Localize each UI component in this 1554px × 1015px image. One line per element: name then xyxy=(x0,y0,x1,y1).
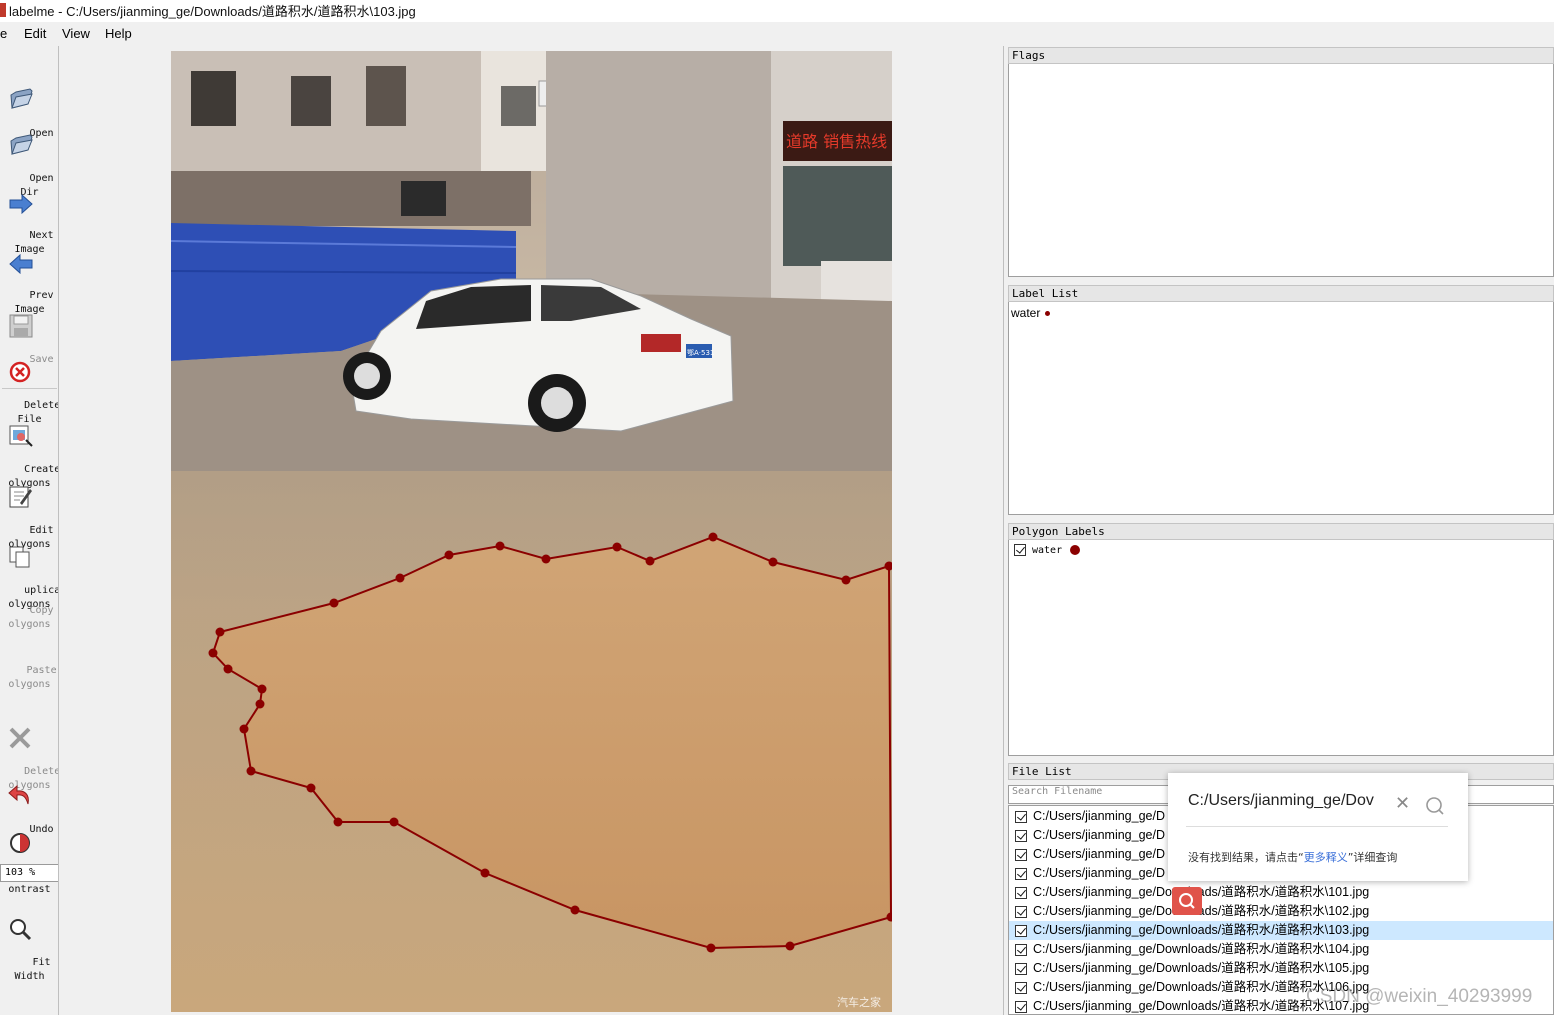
flags-title: Flags xyxy=(1008,47,1554,64)
file-list-item[interactable]: C:/Users/jianming_ge/Downloads/道路积水/道路积水… xyxy=(1009,940,1553,959)
fit-width-button[interactable]: Fit Width xyxy=(0,889,58,998)
file-list-item[interactable]: C:/Users/jianming_ge/Downloads/道路积水/道路积水… xyxy=(1009,883,1553,902)
paste-polygons-label: Paste olygons xyxy=(8,665,57,690)
zoom-spinbox[interactable]: 103 % xyxy=(0,864,58,882)
flags-list[interactable] xyxy=(1008,64,1554,277)
file-checkbox[interactable] xyxy=(1015,848,1027,861)
image-canvas[interactable]: 道路 销售热线 鄂A·531 汽车之家 xyxy=(61,46,1004,1015)
file-path: C:/Users/jianming_ge/Downloads/道路积水/道路积水… xyxy=(1033,923,1370,937)
search-icon xyxy=(1179,893,1195,909)
file-path: C:/Users/jianming_ge/D xyxy=(1033,847,1165,861)
file-checkbox[interactable] xyxy=(1015,981,1027,994)
polygon-label-name: water xyxy=(1032,545,1063,556)
edit-pencil-icon xyxy=(9,486,32,508)
file-path: C:/Users/jianming_ge/D xyxy=(1033,828,1165,842)
shop-sign-text: 道路 销售热线 xyxy=(786,132,887,151)
delete-x-icon xyxy=(9,727,31,749)
file-checkbox[interactable] xyxy=(1015,867,1027,880)
popup-message: 没有找到结果，请点击“更多释义”详细查询 xyxy=(1188,849,1397,865)
file-checkbox[interactable] xyxy=(1015,810,1027,823)
fit-width-label: Fit Width xyxy=(14,957,51,982)
file-checkbox[interactable] xyxy=(1015,1000,1027,1013)
file-checkbox[interactable] xyxy=(1015,943,1027,956)
label-color-dot xyxy=(1045,311,1051,317)
file-checkbox[interactable] xyxy=(1015,829,1027,842)
file-path: C:/Users/jianming_ge/D xyxy=(1033,809,1165,823)
menu-edit[interactable]: Edit xyxy=(24,26,46,41)
close-icon[interactable]: ✕ xyxy=(1395,793,1410,814)
csdn-watermark: CSDN @weixin_40293999 xyxy=(1306,986,1533,1007)
flags-dock: Flags xyxy=(1008,47,1554,277)
menu-file[interactable]: e xyxy=(0,26,7,41)
polygon-visible-checkbox[interactable] xyxy=(1014,544,1026,556)
file-path: C:/Users/jianming_ge/D xyxy=(1033,866,1165,880)
popup-message-suffix: ”详细查询 xyxy=(1347,851,1398,864)
popup-query-text: C:/Users/jianming_ge/Dov xyxy=(1188,792,1374,809)
file-checkbox[interactable] xyxy=(1015,962,1027,975)
toolbar-separator xyxy=(2,388,57,389)
arrow-left-icon xyxy=(9,254,33,274)
polygon-label-item[interactable]: water xyxy=(1014,544,1081,556)
window-title: labelme - C:/Users/jianming_ge/Downloads… xyxy=(9,4,416,19)
photo-scene: 道路 销售热线 鄂A·531 汽车之家 xyxy=(171,51,892,1012)
label-list[interactable]: water xyxy=(1008,302,1554,515)
floating-search-button[interactable] xyxy=(1172,887,1202,915)
license-plate-text: 鄂A·531 xyxy=(687,348,714,357)
file-checkbox[interactable] xyxy=(1015,905,1027,918)
arrow-right-icon xyxy=(9,194,33,214)
left-toolbar: Open Open Dir Next Image Prev Image Save… xyxy=(0,46,59,1015)
title-bar: labelme - C:/Users/jianming_ge/Downloads… xyxy=(0,0,1554,22)
polygon-labels-title: Polygon Labels xyxy=(1008,523,1554,540)
label-list-title: Label List xyxy=(1008,285,1554,302)
file-list-item-selected[interactable]: C:/Users/jianming_ge/Downloads/道路积水/道路积水… xyxy=(1009,921,1553,940)
file-list-item[interactable]: C:/Users/jianming_ge/Downloads/道路积水/道路积水… xyxy=(1009,902,1553,921)
label-name: water xyxy=(1011,306,1041,320)
menu-help[interactable]: Help xyxy=(105,26,132,41)
label-list-item[interactable]: water xyxy=(1011,306,1051,320)
copy-polygons-label: Copy olygons xyxy=(8,605,54,630)
magnifier-icon xyxy=(10,919,32,941)
dictionary-popup: C:/Users/jianming_ge/Dov ✕ 没有找到结果，请点击“更多… xyxy=(1168,773,1468,881)
photo-credit-text: 汽车之家 xyxy=(837,995,881,1009)
annotated-photo[interactable]: 道路 销售热线 鄂A·531 汽车之家 xyxy=(171,51,892,1012)
file-path: C:/Users/jianming_ge/Downloads/道路积水/道路积水… xyxy=(1033,942,1370,956)
folder-open-icon xyxy=(10,134,33,155)
file-checkbox[interactable] xyxy=(1015,924,1027,937)
label-list-dock: Label List water xyxy=(1008,285,1554,515)
file-path: C:/Users/jianming_ge/Downloads/道路积水/道路积水… xyxy=(1033,961,1370,975)
search-icon[interactable] xyxy=(1424,795,1446,817)
labelme-app-icon xyxy=(0,3,6,17)
popup-divider xyxy=(1186,826,1448,827)
polygon-color-dot xyxy=(1070,545,1081,555)
polygon-labels-dock: Polygon Labels water xyxy=(1008,523,1554,756)
brightness-contrast-icon xyxy=(10,833,30,853)
duplicate-icon xyxy=(9,546,30,568)
polygon-labels-list[interactable]: water xyxy=(1008,540,1554,756)
create-polygon-icon xyxy=(9,425,33,447)
menu-bar: e Edit View Help xyxy=(0,24,1554,45)
more-definitions-link[interactable]: 更多释义 xyxy=(1304,851,1348,864)
file-checkbox[interactable] xyxy=(1015,886,1027,899)
delete-circle-icon xyxy=(9,361,31,383)
popup-message-prefix: 没有找到结果，请点击“ xyxy=(1188,851,1304,864)
menu-view[interactable]: View xyxy=(62,26,90,41)
copy-polygons-button[interactable]: Copy olygons xyxy=(0,590,58,646)
file-list-item[interactable]: C:/Users/jianming_ge/Downloads/道路积水/道路积水… xyxy=(1009,959,1553,978)
